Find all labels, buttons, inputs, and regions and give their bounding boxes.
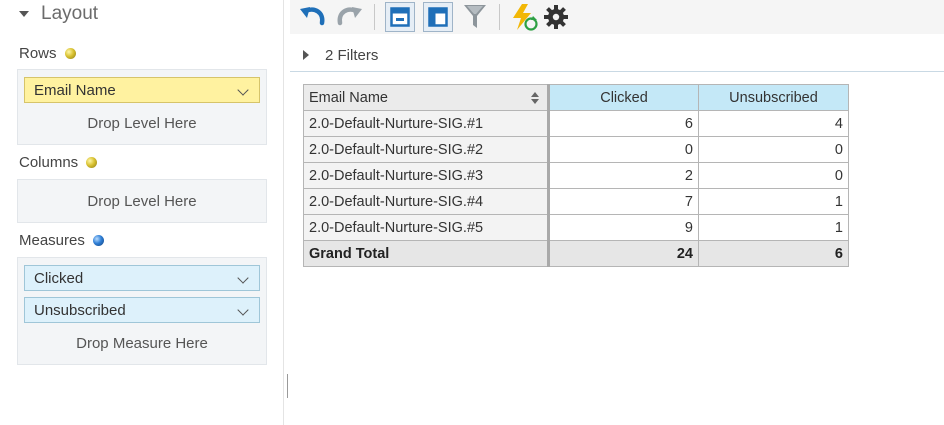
filter-button[interactable] <box>461 3 489 31</box>
refresh-button[interactable] <box>510 3 538 31</box>
rows-label: Rows <box>19 44 57 62</box>
measures-drop-zone[interactable]: Clicked Unsubscribed Drop Measure Here <box>17 257 267 365</box>
cell-unsubscribed[interactable]: 0 <box>698 136 849 163</box>
pivot-header-row: Email Name Clicked Unsubscribed <box>303 84 849 111</box>
undo-button[interactable] <box>298 3 326 31</box>
expand-caret-icon[interactable] <box>303 50 309 60</box>
settings-gear-icon <box>544 5 568 29</box>
chevron-down-icon[interactable] <box>237 84 249 96</box>
chevron-down-icon[interactable] <box>237 272 249 284</box>
measures-indicator-icon <box>92 234 104 246</box>
refresh-lightning-icon <box>513 4 538 31</box>
settings-button[interactable] <box>542 3 570 31</box>
layout-tabular-icon <box>428 7 448 27</box>
measure-field-label: Clicked <box>34 269 84 287</box>
cell-clicked[interactable]: 6 <box>548 110 699 137</box>
cell-unsubscribed[interactable]: 1 <box>698 188 849 215</box>
filter-icon <box>464 5 486 28</box>
cell-unsubscribed[interactable]: 4 <box>698 110 849 137</box>
measure-field-label: Unsubscribed <box>34 301 126 319</box>
layout-compact-icon <box>390 7 410 27</box>
cell-unsubscribed[interactable]: 1 <box>698 214 849 241</box>
table-row: 2.0-Default-Nurture-SIG.#3 2 0 <box>303 162 849 189</box>
grand-total-unsubscribed[interactable]: 6 <box>698 240 849 267</box>
grand-total-label[interactable]: Grand Total <box>303 240 550 267</box>
rows-field-label: Email Name <box>34 81 116 99</box>
cell-clicked[interactable]: 2 <box>548 162 699 189</box>
row-label[interactable]: 2.0-Default-Nurture-SIG.#4 <box>303 188 550 215</box>
layout-tabular-button[interactable] <box>423 2 453 32</box>
table-row: 2.0-Default-Nurture-SIG.#2 0 0 <box>303 136 849 163</box>
panel-splitter-handle[interactable] <box>287 374 288 398</box>
redo-icon <box>337 7 362 26</box>
column-header-unsubscribed[interactable]: Unsubscribed <box>698 84 849 111</box>
grand-total-row: Grand Total 24 6 <box>303 240 849 267</box>
redo-button[interactable] <box>336 3 364 31</box>
undo-icon <box>300 7 325 26</box>
column-header-clicked[interactable]: Clicked <box>548 84 699 111</box>
measure-field-clicked[interactable]: Clicked <box>24 265 260 291</box>
row-label[interactable]: 2.0-Default-Nurture-SIG.#3 <box>303 162 550 189</box>
rows-drop-hint: Drop Level Here <box>87 115 197 132</box>
toolbar-divider <box>499 4 500 30</box>
rows-indicator-icon <box>64 47 76 59</box>
rows-section-label: Rows <box>19 43 76 63</box>
filters-divider <box>290 71 944 72</box>
chevron-down-icon[interactable] <box>237 304 249 316</box>
row-label[interactable]: 2.0-Default-Nurture-SIG.#2 <box>303 136 550 163</box>
cell-unsubscribed[interactable]: 0 <box>698 162 849 189</box>
table-row: 2.0-Default-Nurture-SIG.#4 7 1 <box>303 188 849 215</box>
measure-field-unsubscribed[interactable]: Unsubscribed <box>24 297 260 323</box>
measures-drop-hint: Drop Measure Here <box>76 335 208 352</box>
layout-panel: Layout Rows Email Name Drop Level Here C… <box>0 0 284 425</box>
layout-header[interactable]: Layout <box>18 2 98 26</box>
pivot-toolbar <box>290 0 944 34</box>
row-label[interactable]: 2.0-Default-Nurture-SIG.#1 <box>303 110 550 137</box>
row-label[interactable]: 2.0-Default-Nurture-SIG.#5 <box>303 214 550 241</box>
toolbar-divider <box>374 4 375 30</box>
rows-drop-zone[interactable]: Email Name Drop Level Here <box>17 69 267 145</box>
filters-toggle[interactable]: 2 Filters <box>303 45 378 65</box>
table-row: 2.0-Default-Nurture-SIG.#1 6 4 <box>303 110 849 137</box>
filters-label: 2 Filters <box>325 46 379 64</box>
rows-field-email-name[interactable]: Email Name <box>24 77 260 103</box>
cell-clicked[interactable]: 9 <box>548 214 699 241</box>
cell-clicked[interactable]: 0 <box>548 136 699 163</box>
measures-section-label: Measures <box>19 230 104 250</box>
measures-label: Measures <box>19 231 85 249</box>
sort-icon[interactable] <box>531 92 539 104</box>
row-header-label: Email Name <box>309 89 388 106</box>
columns-label: Columns <box>19 153 79 171</box>
grand-total-clicked[interactable]: 24 <box>548 240 699 267</box>
columns-section-label: Columns <box>19 152 98 172</box>
columns-indicator-icon <box>86 156 98 168</box>
table-row: 2.0-Default-Nurture-SIG.#5 9 1 <box>303 214 849 241</box>
pivot-table: Email Name Clicked Unsubscribed 2.0-Defa… <box>303 84 849 267</box>
row-header-email-name[interactable]: Email Name <box>303 84 550 111</box>
columns-drop-hint: Drop Level Here <box>87 193 197 210</box>
collapse-caret-icon[interactable] <box>19 11 29 17</box>
layout-compact-button[interactable] <box>385 2 415 32</box>
layout-title: Layout <box>41 3 99 24</box>
columns-drop-zone[interactable]: Drop Level Here <box>17 179 267 223</box>
cell-clicked[interactable]: 7 <box>548 188 699 215</box>
